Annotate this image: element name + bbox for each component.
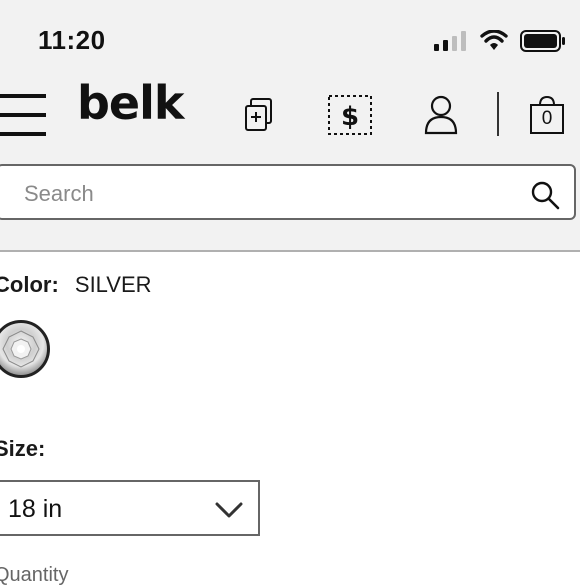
search-box: [0, 164, 576, 220]
belk-logo[interactable]: belk: [77, 80, 184, 126]
quantity-label: Quantity: [0, 564, 69, 586]
color-label: Color:: [0, 272, 59, 297]
color-row: Color: SILVER: [0, 272, 152, 298]
status-icons: [434, 30, 566, 52]
cart-count: 0: [541, 108, 553, 129]
add-list-icon[interactable]: [244, 97, 274, 133]
coupon-dollar-icon[interactable]: $: [328, 95, 372, 135]
status-time: 11:20: [38, 25, 106, 55]
header-divider: [497, 92, 499, 136]
battery-icon: [520, 30, 565, 52]
menu-icon[interactable]: [0, 92, 48, 138]
size-selected-value: 18 in: [8, 495, 63, 523]
chevron-down-icon: [215, 502, 243, 518]
account-icon[interactable]: [424, 95, 458, 135]
wifi-icon: [480, 30, 508, 50]
gem-pattern-icon: [2, 330, 40, 368]
status-bar: 11:20: [0, 0, 580, 76]
search-bar: [0, 152, 580, 252]
size-select[interactable]: 18 in: [0, 480, 260, 536]
size-label: Size:: [0, 436, 46, 461]
search-icon[interactable]: [530, 180, 560, 210]
color-swatch-silver[interactable]: [0, 320, 50, 378]
signal-icon: [434, 31, 466, 51]
svg-text:$: $: [341, 102, 359, 132]
color-value: SILVER: [74, 272, 152, 297]
cart-button[interactable]: 0: [529, 95, 565, 135]
search-input[interactable]: [22, 178, 506, 210]
